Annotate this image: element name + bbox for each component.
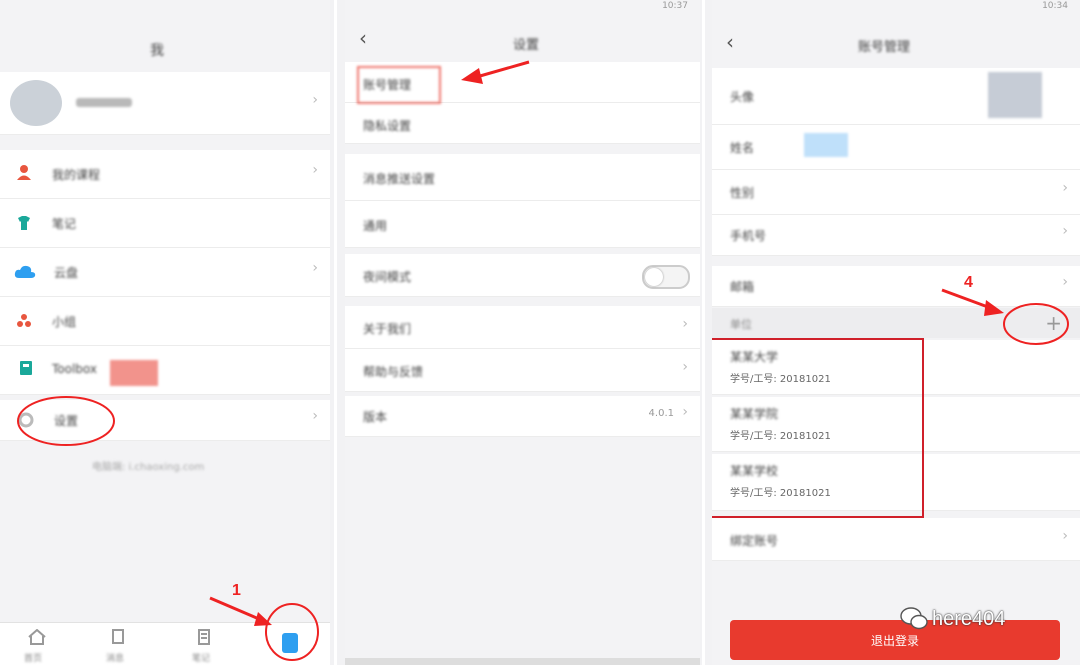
annotation-box [712, 338, 924, 518]
item-label: 通用 [363, 219, 388, 233]
menu-item-cloud[interactable]: 云盘 › [0, 248, 330, 297]
avatar [10, 80, 62, 126]
red-highlight [357, 66, 441, 104]
version-value: 4.0.1 [648, 408, 674, 419]
item-label: 版本 [363, 410, 388, 424]
book-icon [20, 361, 32, 375]
chevron-right-icon: › [312, 92, 318, 108]
status-bar: 10:37 [345, 0, 700, 14]
menu-item-toolbox[interactable]: Toolbox [0, 346, 330, 395]
chevron-right-icon: › [1062, 274, 1068, 290]
menu-item-notes[interactable]: 笔记 [0, 199, 330, 248]
group-icon [17, 314, 31, 327]
row-label: 绑定账号 [730, 534, 779, 548]
home-icon [28, 629, 46, 645]
chevron-right-icon: › [682, 404, 688, 420]
chevron-right-icon: › [312, 162, 318, 178]
settings-item-push[interactable]: 消息推送设置 [345, 154, 700, 201]
account-row-name[interactable]: 姓名 [712, 125, 1080, 170]
watermark-text: here404 [932, 608, 1006, 630]
account-row-avatar[interactable]: 头像 [712, 68, 1080, 125]
back-icon[interactable]: ‹ [726, 30, 734, 54]
annotation-arrow [209, 596, 272, 626]
annotation-circle [1003, 303, 1069, 345]
account-row-bind[interactable]: 绑定账号 › [712, 518, 1080, 561]
account-row-gender[interactable]: 性别 › [712, 170, 1080, 215]
item-label: 夜间模式 [363, 270, 412, 284]
footer-url: 电脑端: i.chaoxing.com [92, 462, 205, 473]
username [76, 98, 132, 107]
back-icon[interactable]: ‹ [359, 26, 367, 50]
message-icon [112, 629, 124, 644]
annotation-arrow [461, 60, 530, 84]
tab-notes[interactable]: 笔记 [186, 627, 226, 665]
annotation-arrow [941, 288, 1004, 316]
menu-item-group[interactable]: 小组 [0, 297, 330, 346]
row-label: 姓名 [730, 141, 755, 155]
annotation-circle [17, 396, 115, 446]
tab-messages[interactable]: 消息 [100, 627, 140, 665]
menu-item-courses[interactable]: 我的课程 › [0, 150, 330, 199]
night-mode-toggle[interactable] [642, 265, 690, 289]
row-label: 性别 [730, 186, 755, 200]
item-label: 消息推送设置 [363, 172, 436, 186]
settings-screen: 10:37 ‹ 设置 账号管理 隐私设置 消息推送设置 通用 夜间模式 关于我们… [345, 0, 700, 665]
chevron-right-icon: › [682, 316, 688, 332]
row-label: 手机号 [730, 229, 767, 243]
item-label: 关于我们 [363, 322, 412, 336]
settings-item-general[interactable]: 通用 [345, 201, 700, 248]
chevron-right-icon: › [682, 359, 688, 375]
item-label: 隐私设置 [363, 119, 412, 133]
name-value [804, 133, 848, 157]
bottom-nav-bar [345, 658, 700, 665]
tab-label: 笔记 [192, 654, 211, 664]
red-highlight [110, 360, 158, 386]
profile-screen: 我 › 我的课程 › 笔记 云盘 › 小组 Toolbox 设置 › 电脑端: … [0, 0, 330, 665]
divider [702, 0, 705, 665]
status-time: 10:37 [662, 1, 688, 11]
chevron-right-icon: › [1062, 223, 1068, 239]
chevron-right-icon: › [1062, 180, 1068, 196]
divider [334, 0, 337, 665]
cloud-icon [14, 265, 36, 278]
status-time: 10:34 [1042, 1, 1068, 11]
menu-label: 笔记 [52, 217, 77, 231]
tab-home[interactable]: 首页 [18, 627, 58, 665]
profile-card[interactable]: › [0, 72, 330, 135]
settings-item-feedback[interactable]: 帮助与反馈 › [345, 349, 700, 392]
tab-label: 首页 [24, 654, 43, 664]
menu-label: 小组 [52, 315, 77, 329]
tab-label: 消息 [106, 654, 125, 664]
settings-item-version[interactable]: 版本 4.0.1 › [345, 396, 700, 437]
status-bar [0, 0, 330, 14]
logout-button[interactable]: 退出登录 [730, 620, 1060, 660]
item-label: 帮助与反馈 [363, 365, 424, 379]
menu-label: 我的课程 [52, 168, 101, 182]
menu-label: 云盘 [54, 266, 79, 280]
shirt-icon [18, 216, 30, 230]
settings-item-privacy[interactable]: 隐私设置 [345, 103, 700, 144]
wechat-icon [900, 607, 928, 630]
page-title: 账号管理 [858, 40, 911, 55]
step-number: 4 [964, 274, 973, 291]
toggle-knob [645, 268, 663, 286]
status-bar: 10:34 [712, 0, 1080, 14]
row-label: 邮箱 [730, 280, 755, 294]
settings-item-about[interactable]: 关于我们 › [345, 306, 700, 349]
step-number: 1 [232, 582, 241, 599]
row-label: 头像 [730, 90, 755, 104]
avatar [988, 72, 1042, 118]
chevron-right-icon: › [1062, 528, 1068, 544]
account-screen: 10:34 ‹ 账号管理 头像 姓名 性别 › 手机号 › 邮箱 › 单位 + … [712, 0, 1080, 665]
chevron-right-icon: › [312, 260, 318, 276]
page-title: 我 [150, 43, 164, 59]
settings-item-night-mode[interactable]: 夜间模式 [345, 254, 700, 297]
menu-label: Toolbox [52, 362, 97, 376]
section-label: 单位 [730, 318, 752, 331]
user-icon [17, 165, 31, 180]
account-row-phone[interactable]: 手机号 › [712, 215, 1080, 256]
logout-label: 退出登录 [870, 634, 919, 648]
chevron-right-icon: › [312, 408, 318, 424]
